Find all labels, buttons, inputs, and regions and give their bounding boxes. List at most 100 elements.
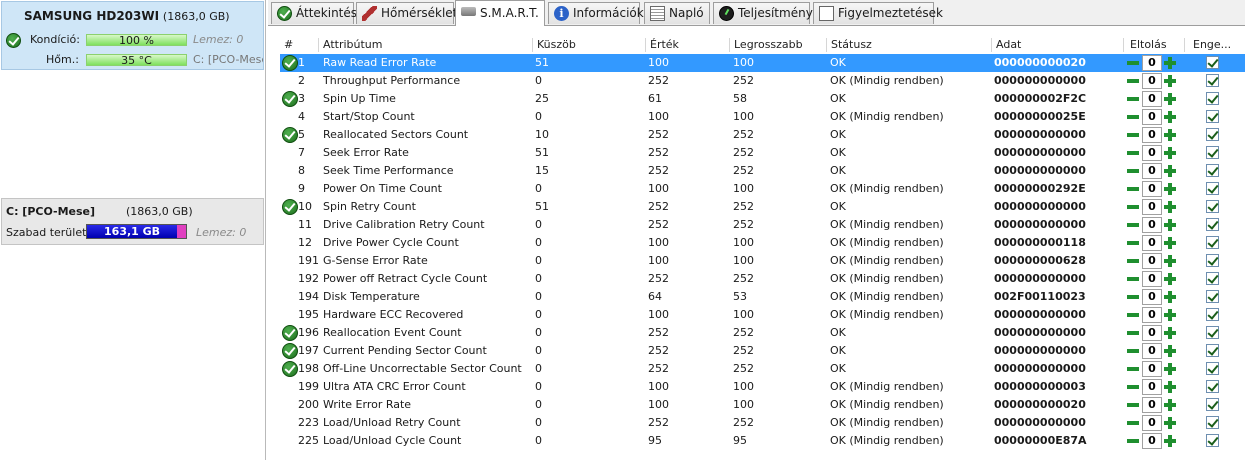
- offset-increase-button[interactable]: [1163, 344, 1177, 358]
- offset-decrease-button[interactable]: [1126, 218, 1140, 232]
- offset-increase-button[interactable]: [1163, 434, 1177, 448]
- offset-field[interactable]: 0: [1142, 307, 1162, 323]
- offset-increase-button[interactable]: [1163, 362, 1177, 376]
- offset-field[interactable]: 0: [1142, 127, 1162, 143]
- offset-increase-button[interactable]: [1163, 200, 1177, 214]
- table-row[interactable]: 9 Power On Time Count 0 100 100 OK (Mindig re…: [280, 180, 1245, 198]
- offset-field[interactable]: 0: [1142, 397, 1162, 413]
- offset-field[interactable]: 0: [1142, 163, 1162, 179]
- offset-field[interactable]: 0: [1142, 217, 1162, 233]
- offset-decrease-button[interactable]: [1126, 74, 1140, 88]
- offset-decrease-button[interactable]: [1126, 200, 1140, 214]
- table-row[interactable]: 3 Spin Up Time 25 61 58 OK 000000002F2C 0: [280, 90, 1245, 108]
- offset-decrease-button[interactable]: [1126, 362, 1140, 376]
- enabled-checkbox[interactable]: [1206, 110, 1219, 123]
- offset-increase-button[interactable]: [1163, 380, 1177, 394]
- tab-smart[interactable]: S.M.A.R.T.: [455, 0, 545, 26]
- offset-increase-button[interactable]: [1163, 182, 1177, 196]
- table-row[interactable]: 10 Spin Retry Count 51 252 252 OK 000000000000…: [280, 198, 1245, 216]
- enabled-checkbox[interactable]: [1206, 416, 1219, 429]
- offset-increase-button[interactable]: [1163, 236, 1177, 250]
- offset-field[interactable]: 0: [1142, 343, 1162, 359]
- offset-field[interactable]: 0: [1142, 415, 1162, 431]
- table-row[interactable]: 5 Reallocated Sectors Count 10 252 252 OK 0000…: [280, 126, 1245, 144]
- offset-field[interactable]: 0: [1142, 325, 1162, 341]
- enabled-checkbox[interactable]: [1206, 344, 1219, 357]
- offset-field[interactable]: 0: [1142, 199, 1162, 215]
- enabled-checkbox[interactable]: [1206, 200, 1219, 213]
- tab-warnings[interactable]: Figyelmeztetések: [813, 2, 943, 24]
- offset-increase-button[interactable]: [1163, 290, 1177, 304]
- table-row[interactable]: 7 Seek Error Rate 51 252 252 OK 000000000000 0: [280, 144, 1245, 162]
- offset-decrease-button[interactable]: [1126, 416, 1140, 430]
- offset-decrease-button[interactable]: [1126, 182, 1140, 196]
- offset-field[interactable]: 0: [1142, 235, 1162, 251]
- offset-decrease-button[interactable]: [1126, 380, 1140, 394]
- table-row[interactable]: 11 Drive Calibration Retry Count 0 252 252 OK…: [280, 216, 1245, 234]
- table-row[interactable]: 194 Disk Temperature 0 64 53 OK (Mindig rendb…: [280, 288, 1245, 306]
- column-header-attribute[interactable]: Attribútum: [323, 36, 523, 54]
- offset-field[interactable]: 0: [1142, 109, 1162, 125]
- offset-field[interactable]: 0: [1142, 253, 1162, 269]
- table-row[interactable]: 200 Write Error Rate 0 100 100 OK (Mindig ren…: [280, 396, 1245, 414]
- partition-card[interactable]: C: [PCO-Mese] (1863,0 GB) Szabad terület…: [1, 198, 264, 245]
- column-header-offset[interactable]: Eltolás: [1130, 36, 1180, 54]
- enabled-checkbox[interactable]: [1206, 290, 1219, 303]
- column-header-value[interactable]: Érték: [650, 36, 720, 54]
- tab-performance[interactable]: Teljesítmény: [713, 2, 813, 24]
- offset-field[interactable]: 0: [1142, 361, 1162, 377]
- column-header-worst[interactable]: Legrosszabb: [734, 36, 824, 54]
- enabled-checkbox[interactable]: [1206, 434, 1219, 447]
- enabled-checkbox[interactable]: [1206, 236, 1219, 249]
- offset-increase-button[interactable]: [1163, 146, 1177, 160]
- table-row[interactable]: 197 Current Pending Sector Count 0 252 252 OK…: [280, 342, 1245, 360]
- enabled-checkbox[interactable]: [1206, 182, 1219, 195]
- tab-temperature[interactable]: Hőmérséklet: [356, 2, 457, 24]
- enabled-checkbox[interactable]: [1206, 218, 1219, 231]
- enabled-checkbox[interactable]: [1206, 272, 1219, 285]
- offset-increase-button[interactable]: [1163, 110, 1177, 124]
- offset-increase-button[interactable]: [1163, 272, 1177, 286]
- tab-information[interactable]: i Információk: [548, 2, 644, 24]
- offset-decrease-button[interactable]: [1126, 236, 1140, 250]
- offset-decrease-button[interactable]: [1126, 110, 1140, 124]
- offset-field[interactable]: 0: [1142, 73, 1162, 89]
- offset-decrease-button[interactable]: [1126, 272, 1140, 286]
- offset-decrease-button[interactable]: [1126, 290, 1140, 304]
- table-row[interactable]: 1 Raw Read Error Rate 51 100 100 OK 0000000000…: [280, 54, 1245, 72]
- table-row[interactable]: 4 Start/Stop Count 0 100 100 OK (Mindig rendb…: [280, 108, 1245, 126]
- offset-field[interactable]: 0: [1142, 289, 1162, 305]
- offset-field[interactable]: 0: [1142, 433, 1162, 449]
- table-row[interactable]: 12 Drive Power Cycle Count 0 100 100 OK (Mind…: [280, 234, 1245, 252]
- enabled-checkbox[interactable]: [1206, 308, 1219, 321]
- offset-increase-button[interactable]: [1163, 398, 1177, 412]
- offset-field[interactable]: 0: [1142, 181, 1162, 197]
- offset-decrease-button[interactable]: [1126, 146, 1140, 160]
- tab-overview[interactable]: Áttekintés: [271, 2, 357, 24]
- tab-log[interactable]: Napló: [644, 2, 710, 24]
- enabled-checkbox[interactable]: [1206, 380, 1219, 393]
- disk-card[interactable]: SAMSUNG HD203WI (1863,0 GB) Kondíció: 10…: [1, 1, 264, 70]
- offset-increase-button[interactable]: [1163, 218, 1177, 232]
- offset-decrease-button[interactable]: [1126, 164, 1140, 178]
- offset-field[interactable]: 0: [1142, 271, 1162, 287]
- enabled-checkbox[interactable]: [1206, 128, 1219, 141]
- table-row[interactable]: 8 Seek Time Performance 15 252 252 OK 00000000…: [280, 162, 1245, 180]
- enabled-checkbox[interactable]: [1206, 398, 1219, 411]
- offset-increase-button[interactable]: [1163, 308, 1177, 322]
- table-row[interactable]: 198 Off-Line Uncorrectable Sector Count 0 2…: [280, 360, 1245, 378]
- offset-increase-button[interactable]: [1163, 326, 1177, 340]
- offset-increase-button[interactable]: [1163, 416, 1177, 430]
- table-row[interactable]: 2 Throughput Performance 0 252 252 OK (Mindig…: [280, 72, 1245, 90]
- offset-increase-button[interactable]: [1163, 164, 1177, 178]
- offset-decrease-button[interactable]: [1126, 326, 1140, 340]
- table-row[interactable]: 192 Power off Retract Cycle Count 0 252 252 O…: [280, 270, 1245, 288]
- table-row[interactable]: 195 Hardware ECC Recovered 0 100 100 OK (Mind…: [280, 306, 1245, 324]
- offset-increase-button[interactable]: [1163, 74, 1177, 88]
- column-header-id[interactable]: #: [284, 36, 298, 54]
- offset-decrease-button[interactable]: [1126, 56, 1140, 70]
- table-row[interactable]: 191 G-Sense Error Rate 0 100 100 OK (Mindig r…: [280, 252, 1245, 270]
- offset-decrease-button[interactable]: [1126, 344, 1140, 358]
- offset-increase-button[interactable]: [1163, 254, 1177, 268]
- enabled-checkbox[interactable]: [1206, 326, 1219, 339]
